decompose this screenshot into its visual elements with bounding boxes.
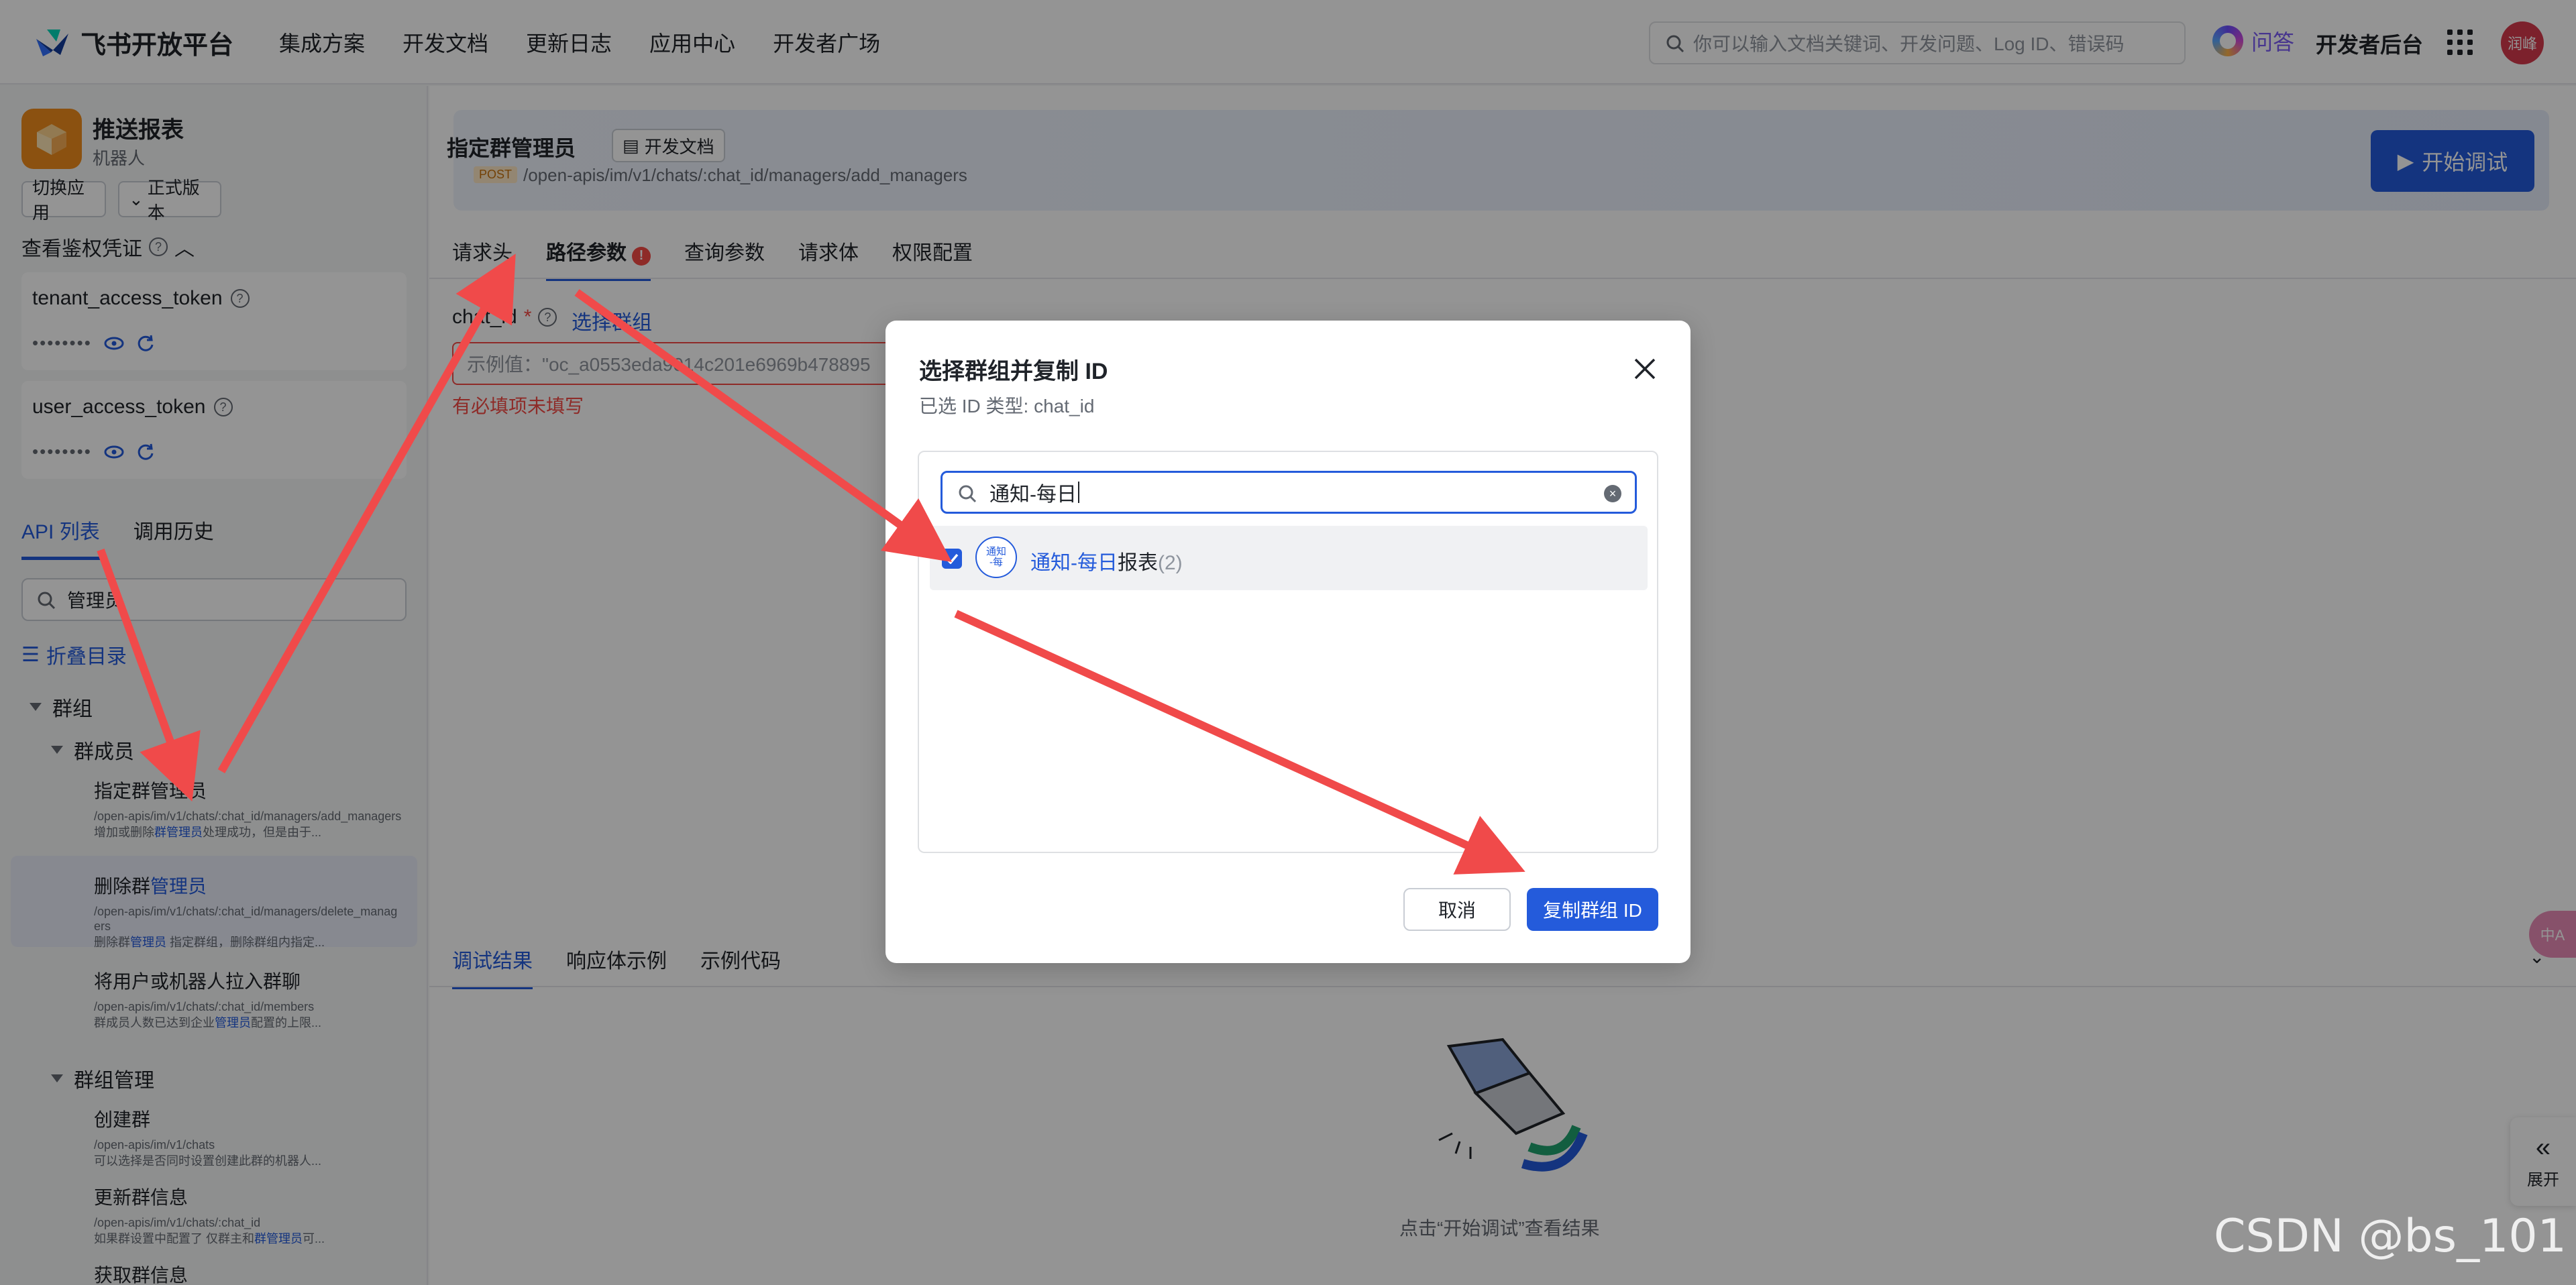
select-group-modal: 选择群组并复制 ID 已选 ID 类型: chat_id 通知-每日 × 通知 -… xyxy=(885,321,1690,963)
modal-subtitle: 已选 ID 类型: chat_id xyxy=(919,396,1095,416)
group-name: 通知-每日报表(2) xyxy=(1030,552,1183,574)
copy-group-id-button[interactable]: 复制群组 ID xyxy=(1527,888,1658,931)
watermark: CSDN @bs_101 xyxy=(2214,1210,2567,1263)
modal-title: 选择群组并复制 ID xyxy=(919,359,1108,384)
group-avatar: 通知 -每 xyxy=(975,537,1017,578)
group-list-item[interactable]: 通知 -每 通知-每日报表(2) xyxy=(930,526,1648,590)
check-icon xyxy=(945,553,959,564)
group-search-input[interactable]: 通知-每日 × xyxy=(941,471,1637,514)
clear-icon[interactable]: × xyxy=(1604,485,1621,502)
search-icon xyxy=(959,485,977,503)
close-icon[interactable] xyxy=(1630,354,1660,384)
group-search-value: 通知-每日 xyxy=(989,484,1077,506)
group-list-box: 通知-每日 × 通知 -每 通知-每日报表(2) xyxy=(918,451,1658,853)
checkbox-checked[interactable] xyxy=(942,549,962,569)
cancel-button[interactable]: 取消 xyxy=(1403,888,1511,931)
